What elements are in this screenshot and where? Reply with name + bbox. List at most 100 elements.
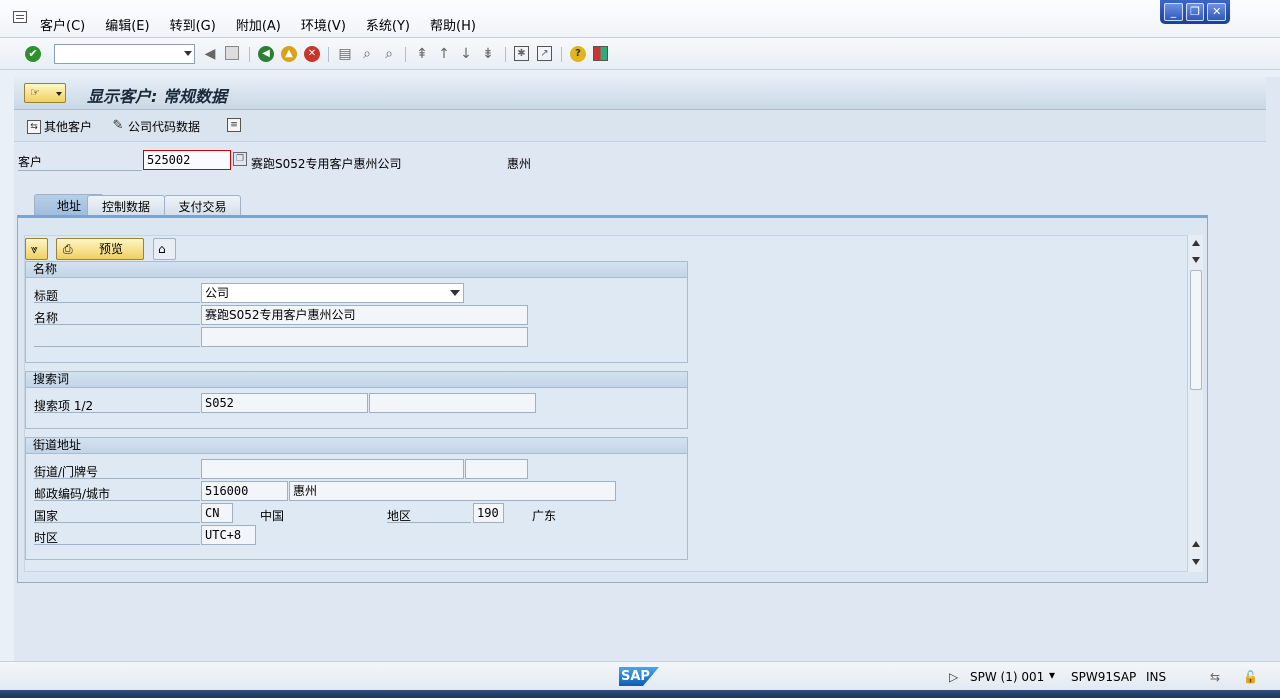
- region-name-text: 广东: [532, 509, 557, 523]
- customer-city-text: 惠州: [507, 157, 532, 171]
- scroll-down-icon[interactable]: [1192, 559, 1200, 565]
- cancel-icon[interactable]: ✕: [304, 46, 320, 62]
- chevron-down-icon[interactable]: [184, 51, 192, 56]
- status-bar: SAP ▷ SPW (1) 001 ▾ SPW91SAP INS ⇆ 🔓: [0, 661, 1280, 690]
- name2-field[interactable]: [201, 327, 528, 347]
- postal-city-label: 邮政编码/城市: [34, 485, 200, 501]
- region-code-field[interactable]: 190: [473, 503, 504, 523]
- insert-mode: INS: [1146, 670, 1167, 684]
- name-field[interactable]: 赛跑S052专用客户惠州公司: [201, 305, 528, 325]
- city-field[interactable]: 惠州: [289, 481, 616, 501]
- first-page-icon[interactable]: ⇞: [414, 46, 430, 62]
- menu-edit[interactable]: 编辑(E): [105, 15, 149, 34]
- toolbar-separator: [405, 47, 406, 62]
- vertical-scrollbar[interactable]: [1187, 235, 1203, 572]
- close-button[interactable]: ✕: [1207, 3, 1227, 21]
- company-code-data-button[interactable]: ✎ 公司代码数据: [111, 118, 200, 135]
- search-group-title: 搜索词: [26, 372, 687, 388]
- name2-label: [34, 331, 200, 347]
- exit-icon[interactable]: ▲: [281, 46, 297, 62]
- restore-button[interactable]: ❐: [1185, 3, 1205, 21]
- other-customer-icon: ⇆: [27, 119, 41, 134]
- menu-goto[interactable]: 转到(G): [170, 15, 216, 34]
- postal-code-field[interactable]: 516000: [201, 481, 288, 501]
- next-page-icon[interactable]: ↓: [458, 46, 474, 62]
- document-button[interactable]: ≡: [227, 118, 241, 132]
- title-label: 标题: [34, 287, 200, 303]
- region-label: 地区: [387, 507, 471, 523]
- building-icon: ⌂: [158, 242, 166, 256]
- country-name-text: 中国: [260, 509, 285, 523]
- print-icon[interactable]: ▤: [337, 46, 353, 62]
- customer-number-field[interactable]: 525002: [143, 150, 231, 170]
- menu-help[interactable]: 帮助(H): [430, 15, 476, 34]
- title-bar: ☞ 显示客户: 常规数据: [14, 77, 1266, 110]
- save-icon[interactable]: [225, 46, 239, 60]
- find-next-icon[interactable]: ⌕: [381, 46, 397, 62]
- back-icon[interactable]: ◀: [258, 46, 274, 62]
- menu-system[interactable]: 系统(Y): [366, 15, 410, 34]
- menu-customer[interactable]: 客户(C): [40, 15, 85, 34]
- server-info: SPW91SAP: [1071, 670, 1137, 684]
- tab-control-data[interactable]: 控制数据: [87, 195, 165, 216]
- other-customer-button[interactable]: ⇆ 其他客户: [27, 118, 92, 135]
- expand-button[interactable]: ⩔: [25, 238, 48, 260]
- customer-name-text: 赛跑S052专用客户惠州公司: [251, 157, 402, 171]
- status-expand-icon[interactable]: ▷: [949, 670, 958, 684]
- name-group-title: 名称: [26, 262, 687, 278]
- international-version-button[interactable]: ⌂: [153, 238, 176, 260]
- search-term-1-field[interactable]: S052: [201, 393, 368, 413]
- scroll-thumb[interactable]: [1190, 270, 1202, 390]
- minimize-button[interactable]: _: [1164, 3, 1183, 21]
- previous-page-icon[interactable]: ↑: [436, 46, 452, 62]
- toolbar-separator: [505, 47, 506, 62]
- new-session-icon[interactable]: ✱: [514, 46, 529, 61]
- printer-icon: ⎙: [63, 242, 73, 256]
- find-icon[interactable]: ⌕: [359, 46, 375, 62]
- shortcut-icon[interactable]: ↗: [537, 46, 552, 61]
- sap-logo: SAP: [619, 667, 659, 686]
- timezone-field[interactable]: UTC+8: [201, 525, 256, 545]
- tab-payment-transactions[interactable]: 支付交易: [164, 195, 241, 216]
- scroll-up-icon[interactable]: [1192, 541, 1200, 547]
- menu-extras[interactable]: 附加(A): [236, 15, 281, 34]
- system-menu-icon[interactable]: [13, 11, 27, 23]
- page-title: 显示客户: 常规数据: [87, 87, 227, 106]
- layout-menu-icon[interactable]: [593, 46, 608, 61]
- toolbar-separator: [561, 47, 562, 62]
- menu-environment[interactable]: 环境(V): [301, 15, 346, 34]
- street-field[interactable]: [201, 459, 464, 479]
- house-number-field[interactable]: [465, 459, 528, 479]
- help-icon[interactable]: ?: [570, 46, 586, 62]
- connection-icon: ⇆: [1210, 670, 1221, 684]
- menu-items: 客户(C) 编辑(E) 转到(G) 附加(A) 环境(V) 系统(Y) 帮助(H…: [40, 15, 476, 34]
- customer-label: 客户: [18, 153, 142, 171]
- copy-icon[interactable]: ❐: [233, 152, 247, 166]
- menu-bar: 客户(C) 编辑(E) 转到(G) 附加(A) 环境(V) 系统(Y) 帮助(H…: [0, 0, 1280, 38]
- os-taskbar: [0, 690, 1280, 698]
- chevron-down-icon[interactable]: [450, 290, 460, 296]
- scroll-down-icon[interactable]: [1192, 257, 1200, 263]
- country-label: 国家: [34, 507, 200, 523]
- title-select[interactable]: 公司: [201, 283, 464, 303]
- preview-button[interactable]: ⎙ 预览: [56, 238, 144, 260]
- document-icon: ≡: [227, 118, 241, 132]
- system-info: SPW (1) 001: [970, 670, 1045, 684]
- enter-icon[interactable]: ✔: [25, 46, 41, 62]
- toolbar-separator: [249, 47, 250, 62]
- search-term-2-field[interactable]: [369, 393, 536, 413]
- street-label: 街道/门牌号: [34, 463, 200, 479]
- company-code-data-label: 公司代码数据: [128, 120, 201, 134]
- country-code-field[interactable]: CN: [201, 503, 233, 523]
- menu-button-icon[interactable]: ☞: [24, 83, 66, 103]
- preview-label: 预览: [99, 242, 124, 256]
- system-dropdown-icon[interactable]: ▾: [1049, 668, 1055, 682]
- expand-icon: ⩔: [31, 242, 38, 256]
- name-label: 名称: [34, 309, 200, 325]
- street-group-title: 街道地址: [26, 438, 687, 454]
- last-page-icon[interactable]: ⇟: [480, 46, 496, 62]
- collapse-command-icon[interactable]: ◀: [202, 46, 218, 62]
- lock-icon[interactable]: 🔓: [1243, 670, 1258, 684]
- scroll-up-icon[interactable]: [1192, 240, 1200, 246]
- command-field[interactable]: [54, 44, 195, 64]
